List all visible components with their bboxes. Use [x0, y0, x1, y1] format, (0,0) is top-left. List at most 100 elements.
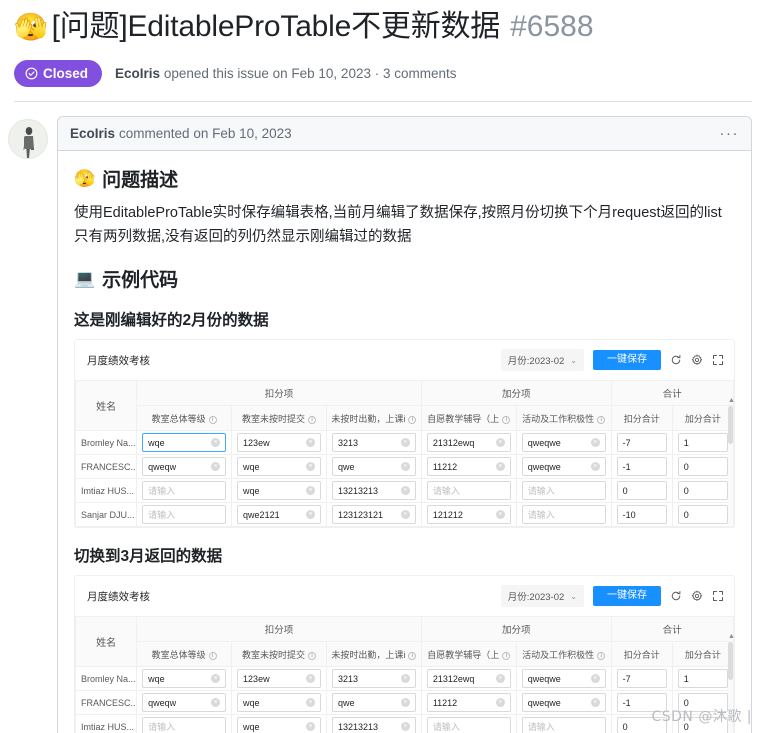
clear-circle-icon[interactable]: × — [305, 510, 315, 520]
clear-circle-icon[interactable]: × — [400, 698, 410, 708]
gear-icon[interactable] — [691, 590, 703, 602]
scrollbar-thumb[interactable] — [728, 642, 733, 681]
cell-input[interactable]: wqe × — [237, 693, 321, 713]
cell-input[interactable]: qweqwe × — [521, 693, 606, 713]
clear-circle-icon[interactable]: × — [495, 698, 505, 708]
info-icon[interactable]: i — [208, 651, 217, 660]
total-input[interactable]: -10 — [616, 505, 667, 525]
clear-circle-icon[interactable]: × — [400, 462, 410, 472]
info-icon[interactable]: i — [597, 415, 606, 424]
month-select[interactable]: 月份:2023-02 ⌄ — [500, 349, 584, 372]
cell-input[interactable]: 请输入 — [521, 481, 606, 501]
cell-input[interactable]: wqe × — [237, 717, 321, 733]
clear-circle-icon[interactable]: × — [400, 510, 410, 520]
cell-input[interactable]: 3213 × — [331, 433, 416, 453]
cell-input[interactable]: qweqwe × — [521, 457, 606, 477]
cell-input[interactable]: 请输入 — [142, 481, 227, 501]
total-input[interactable]: 0 — [677, 457, 728, 477]
total-input[interactable]: -7 — [616, 433, 667, 453]
cell-input[interactable]: qwe2121 × — [237, 505, 321, 525]
reload-icon[interactable] — [670, 354, 682, 366]
total-input[interactable]: 0 — [677, 481, 728, 501]
info-icon[interactable]: i — [597, 651, 606, 660]
cell-input[interactable]: 请输入 — [521, 717, 606, 733]
clear-circle-icon[interactable]: × — [590, 462, 600, 472]
total-input[interactable]: 1 — [677, 433, 728, 453]
cell-input[interactable]: 123123121 × — [331, 505, 416, 525]
total-input[interactable]: 1 — [677, 669, 728, 689]
clear-circle-icon[interactable]: × — [305, 722, 315, 732]
cell-input[interactable]: qwe × — [331, 457, 416, 477]
cell-input[interactable]: qweqw × — [142, 457, 227, 477]
cell-input[interactable]: 121212 × — [426, 505, 511, 525]
cell-input[interactable]: qweqwe × — [521, 669, 606, 689]
save-all-button[interactable]: 一键保存 — [593, 350, 661, 371]
issue-author[interactable]: EcoIris — [115, 66, 160, 81]
clear-circle-icon[interactable]: × — [305, 438, 315, 448]
clear-circle-icon[interactable]: × — [400, 722, 410, 732]
total-input[interactable]: -1 — [616, 457, 667, 477]
cell-input[interactable]: 请输入 — [142, 505, 227, 525]
cell-input[interactable]: 13213213 × — [331, 481, 416, 501]
clear-circle-icon[interactable]: × — [400, 674, 410, 684]
save-all-button[interactable]: 一键保存 — [593, 586, 661, 607]
clear-circle-icon[interactable]: × — [400, 438, 410, 448]
cell-input[interactable]: 13213213 × — [331, 717, 416, 733]
clear-circle-icon[interactable]: × — [305, 462, 315, 472]
info-icon[interactable]: i — [408, 415, 417, 424]
info-icon[interactable]: i — [502, 415, 511, 424]
cell-input[interactable]: qweqw × — [142, 693, 227, 713]
clear-circle-icon[interactable]: × — [495, 462, 505, 472]
cell-input[interactable]: wqe × — [142, 669, 227, 689]
month-select[interactable]: 月份:2023-02 ⌄ — [500, 585, 584, 608]
scroll-up-icon[interactable]: ▲ — [728, 633, 735, 640]
clear-circle-icon[interactable]: × — [400, 486, 410, 496]
info-icon[interactable]: i — [208, 415, 217, 424]
cell-input[interactable]: 11212 × — [426, 693, 511, 713]
cell-input[interactable]: 3213 × — [331, 669, 416, 689]
clear-circle-icon[interactable]: × — [495, 510, 505, 520]
cell-input[interactable]: 21312ewq × — [426, 433, 511, 453]
info-icon[interactable]: i — [408, 651, 417, 660]
info-icon[interactable]: i — [308, 415, 316, 424]
clear-circle-icon[interactable]: × — [305, 486, 315, 496]
cell-input[interactable]: 123ew × — [237, 433, 321, 453]
clear-circle-icon[interactable]: × — [211, 462, 221, 472]
clear-circle-icon[interactable]: × — [495, 438, 505, 448]
fullscreen-icon[interactable] — [712, 590, 724, 602]
cell-input[interactable]: wqe × — [237, 457, 321, 477]
scroll-up-icon[interactable]: ▲ — [728, 397, 735, 404]
clear-circle-icon[interactable]: × — [211, 438, 221, 448]
cell-input[interactable]: 请输入 — [521, 505, 606, 525]
scrollbar-thumb[interactable] — [728, 406, 733, 445]
comment-author[interactable]: EcoIris — [70, 126, 115, 141]
cell-input[interactable]: wqe × — [237, 481, 321, 501]
cell-input[interactable]: 请输入 — [426, 717, 511, 733]
total-input[interactable]: 0 — [616, 481, 667, 501]
gear-icon[interactable] — [691, 354, 703, 366]
clear-circle-icon[interactable]: × — [305, 698, 315, 708]
clear-circle-icon[interactable]: × — [495, 674, 505, 684]
cell-input[interactable]: 请输入 — [142, 717, 227, 733]
info-icon[interactable]: i — [502, 651, 511, 660]
clear-circle-icon[interactable]: × — [305, 674, 315, 684]
table-vertical-scrollbar[interactable]: ▲ — [728, 397, 735, 526]
cell-input[interactable]: qwe × — [331, 693, 416, 713]
total-input[interactable]: 0 — [677, 505, 728, 525]
avatar[interactable] — [8, 119, 48, 160]
clear-circle-icon[interactable]: × — [590, 438, 600, 448]
clear-circle-icon[interactable]: × — [590, 698, 600, 708]
cell-input[interactable]: 123ew × — [237, 669, 321, 689]
cell-input[interactable]: qweqwe × — [521, 433, 606, 453]
reload-icon[interactable] — [670, 590, 682, 602]
fullscreen-icon[interactable] — [712, 354, 724, 366]
cell-input[interactable]: 11212 × — [426, 457, 511, 477]
clear-circle-icon[interactable]: × — [211, 698, 221, 708]
cell-input[interactable]: 21312ewq × — [426, 669, 511, 689]
clear-circle-icon[interactable]: × — [590, 674, 600, 684]
cell-input[interactable]: 请输入 — [426, 481, 511, 501]
cell-input[interactable]: wqe × — [142, 433, 227, 453]
clear-circle-icon[interactable]: × — [211, 674, 221, 684]
total-input[interactable]: -7 — [616, 669, 667, 689]
comment-menu-icon[interactable]: ··· — [720, 126, 740, 141]
